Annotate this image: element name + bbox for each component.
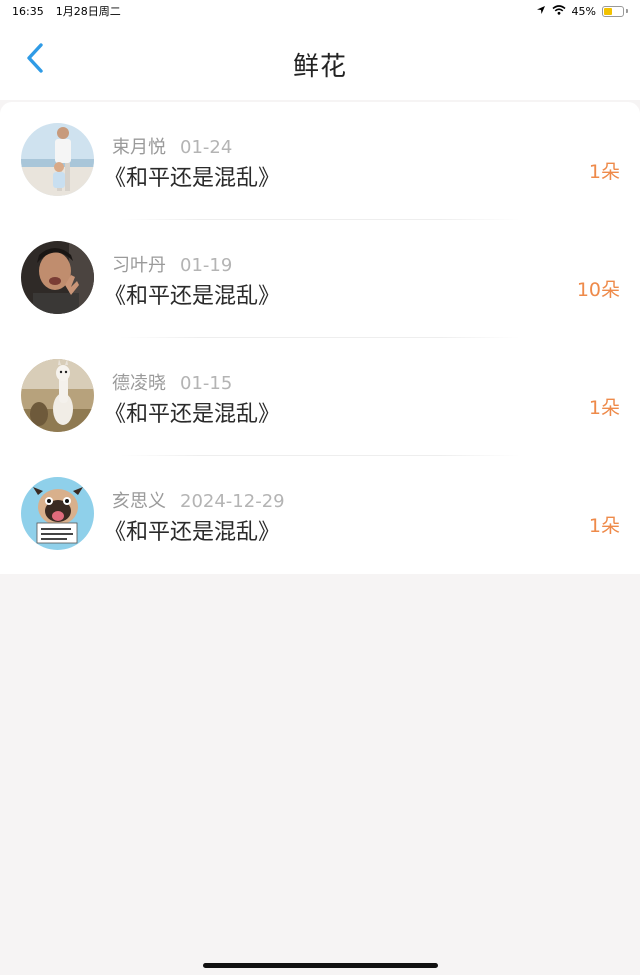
avatar (21, 241, 94, 314)
battery-percent: 45% (571, 4, 596, 18)
status-bar: 16:35 1月28日周二 45% (0, 0, 640, 22)
book-title: 《和平还是混乱》 (104, 402, 281, 427)
status-time: 16:35 (12, 4, 44, 18)
list-item[interactable]: 习叶丹 01-19 《和平还是混乱》 10朵 (0, 220, 640, 338)
wifi-icon (552, 4, 566, 18)
item-meta: 束月悦 01-24 (112, 133, 232, 159)
item-date: 01-19 (180, 255, 233, 276)
flower-count: 1朵 (588, 397, 620, 419)
nav-bar: 鲜花 (0, 22, 640, 100)
status-date: 1月28日周二 (55, 5, 121, 18)
list-item[interactable]: 亥思义 2024-12-29 《和平还是混乱》 1朵 (0, 456, 640, 574)
book-title: 《和平还是混乱》 (104, 284, 281, 309)
home-indicator[interactable] (203, 963, 438, 968)
item-meta: 德凌晓 01-15 (112, 369, 232, 395)
item-date: 01-15 (180, 373, 233, 394)
user-name: 习叶丹 (112, 255, 166, 276)
avatar (21, 359, 94, 432)
item-meta: 习叶丹 01-19 (112, 251, 232, 277)
screen: 16:35 1月28日周二 45% 鲜花 束月悦 01-24 《和平还是混乱》 … (0, 0, 640, 975)
flower-count: 1朵 (588, 161, 620, 183)
battery-icon (602, 5, 628, 17)
avatar (21, 477, 94, 550)
user-name: 德凌晓 (112, 373, 166, 394)
list-item[interactable]: 德凌晓 01-15 《和平还是混乱》 1朵 (0, 338, 640, 456)
status-right: 45% (536, 5, 628, 18)
battery-body (602, 5, 624, 17)
avatar (21, 123, 94, 196)
book-title: 《和平还是混乱》 (104, 520, 281, 545)
list-item[interactable]: 束月悦 01-24 《和平还是混乱》 1朵 (0, 102, 640, 220)
item-date: 01-24 (180, 137, 233, 158)
location-arrow-icon (536, 5, 546, 18)
battery-tip (626, 9, 628, 13)
battery-fill (604, 7, 613, 15)
flower-count: 1朵 (588, 515, 620, 537)
item-meta: 亥思义 2024-12-29 (112, 487, 285, 513)
user-name: 亥思义 (112, 491, 166, 512)
user-name: 束月悦 (112, 137, 166, 158)
item-date: 2024-12-29 (180, 491, 285, 512)
book-title: 《和平还是混乱》 (104, 166, 281, 191)
flower-count: 10朵 (576, 279, 620, 301)
status-left: 16:35 1月28日周二 (12, 3, 121, 19)
page-title: 鲜花 (292, 52, 347, 82)
flower-list: 束月悦 01-24 《和平还是混乱》 1朵 习叶丹 01-19 《和平还是混乱》… (0, 102, 640, 574)
